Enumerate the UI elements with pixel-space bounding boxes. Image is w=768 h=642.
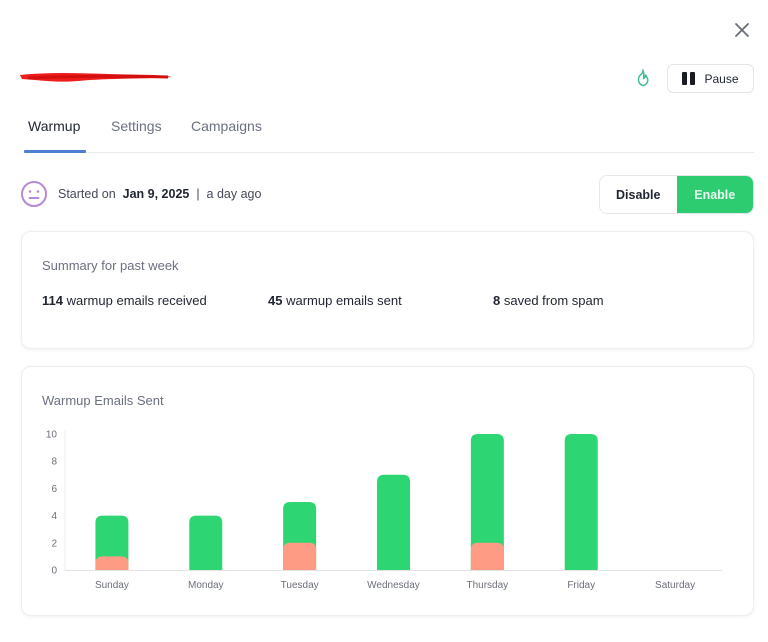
tab-campaigns[interactable]: Campaigns xyxy=(191,118,262,134)
relative-time: a day ago xyxy=(206,187,262,201)
started-prefix: Started on xyxy=(58,187,116,201)
bar-spam xyxy=(283,542,317,570)
tab-bar: Warmup Settings Campaigns xyxy=(24,110,754,153)
summary-title: Summary for past week xyxy=(42,258,179,273)
spam-count: 8 xyxy=(493,293,501,308)
bar-sent xyxy=(377,474,410,570)
pause-icon xyxy=(682,72,696,85)
x-tick-label: Sunday xyxy=(95,580,129,591)
received-label: warmup emails received xyxy=(66,293,207,308)
active-tab-indicator xyxy=(24,150,86,153)
x-tick-label: Tuesday xyxy=(281,580,319,591)
start-date: Jan 9, 2025 xyxy=(122,187,190,201)
separator: | xyxy=(196,187,200,201)
summary-card: Summary for past week 114 warmup emails … xyxy=(21,231,754,349)
x-tick-label: Saturday xyxy=(655,580,695,591)
pause-button[interactable]: Pause xyxy=(667,64,754,93)
chart-card: Warmup Emails Sent 0 2 4 6 8 10 Sunday Monday Tu… xyxy=(21,366,754,616)
stat-spam: 8 saved from spam xyxy=(493,293,604,308)
close-icon xyxy=(735,23,749,37)
y-tick-label: 2 xyxy=(51,538,57,549)
tab-warmup[interactable]: Warmup xyxy=(28,118,80,134)
neutral-face-icon xyxy=(21,181,47,207)
pause-label: Pause xyxy=(704,71,739,86)
x-tick-label: Monday xyxy=(188,580,224,591)
bar-spam xyxy=(470,542,504,570)
warmup-toggle: Disable Enable xyxy=(599,175,754,214)
y-tick-label: 6 xyxy=(51,484,57,495)
x-tick-label: Friday xyxy=(567,580,595,591)
sent-count: 45 xyxy=(268,293,283,308)
warmup-emails-chart: 0 2 4 6 8 10 Sunday Monday Tuesday Wednesday Thurs… xyxy=(46,430,722,591)
account-email-redacted xyxy=(18,70,174,86)
y-tick-label: 0 xyxy=(51,566,57,577)
bar-sent xyxy=(189,515,223,570)
sent-label: warmup emails sent xyxy=(286,293,402,308)
warmup-start-info: Started on Jan 9, 2025 | a day ago xyxy=(58,187,261,201)
close-button[interactable] xyxy=(731,19,753,41)
enable-button[interactable]: Enable xyxy=(676,176,753,213)
y-tick-label: 4 xyxy=(51,511,57,522)
spam-label: saved from spam xyxy=(503,293,604,308)
stat-sent: 45 warmup emails sent xyxy=(268,293,402,308)
y-tick-label: 10 xyxy=(46,430,58,441)
x-tick-label: Thursday xyxy=(467,580,509,591)
fire-icon xyxy=(637,69,649,87)
bar-sent xyxy=(564,434,598,570)
tab-settings[interactable]: Settings xyxy=(111,118,162,134)
disable-button[interactable]: Disable xyxy=(600,176,677,213)
received-count: 114 xyxy=(42,293,63,308)
bar-spam xyxy=(95,556,129,570)
stat-received: 114 warmup emails received xyxy=(42,293,207,308)
y-tick-label: 8 xyxy=(51,457,57,468)
x-tick-label: Wednesday xyxy=(367,580,420,591)
